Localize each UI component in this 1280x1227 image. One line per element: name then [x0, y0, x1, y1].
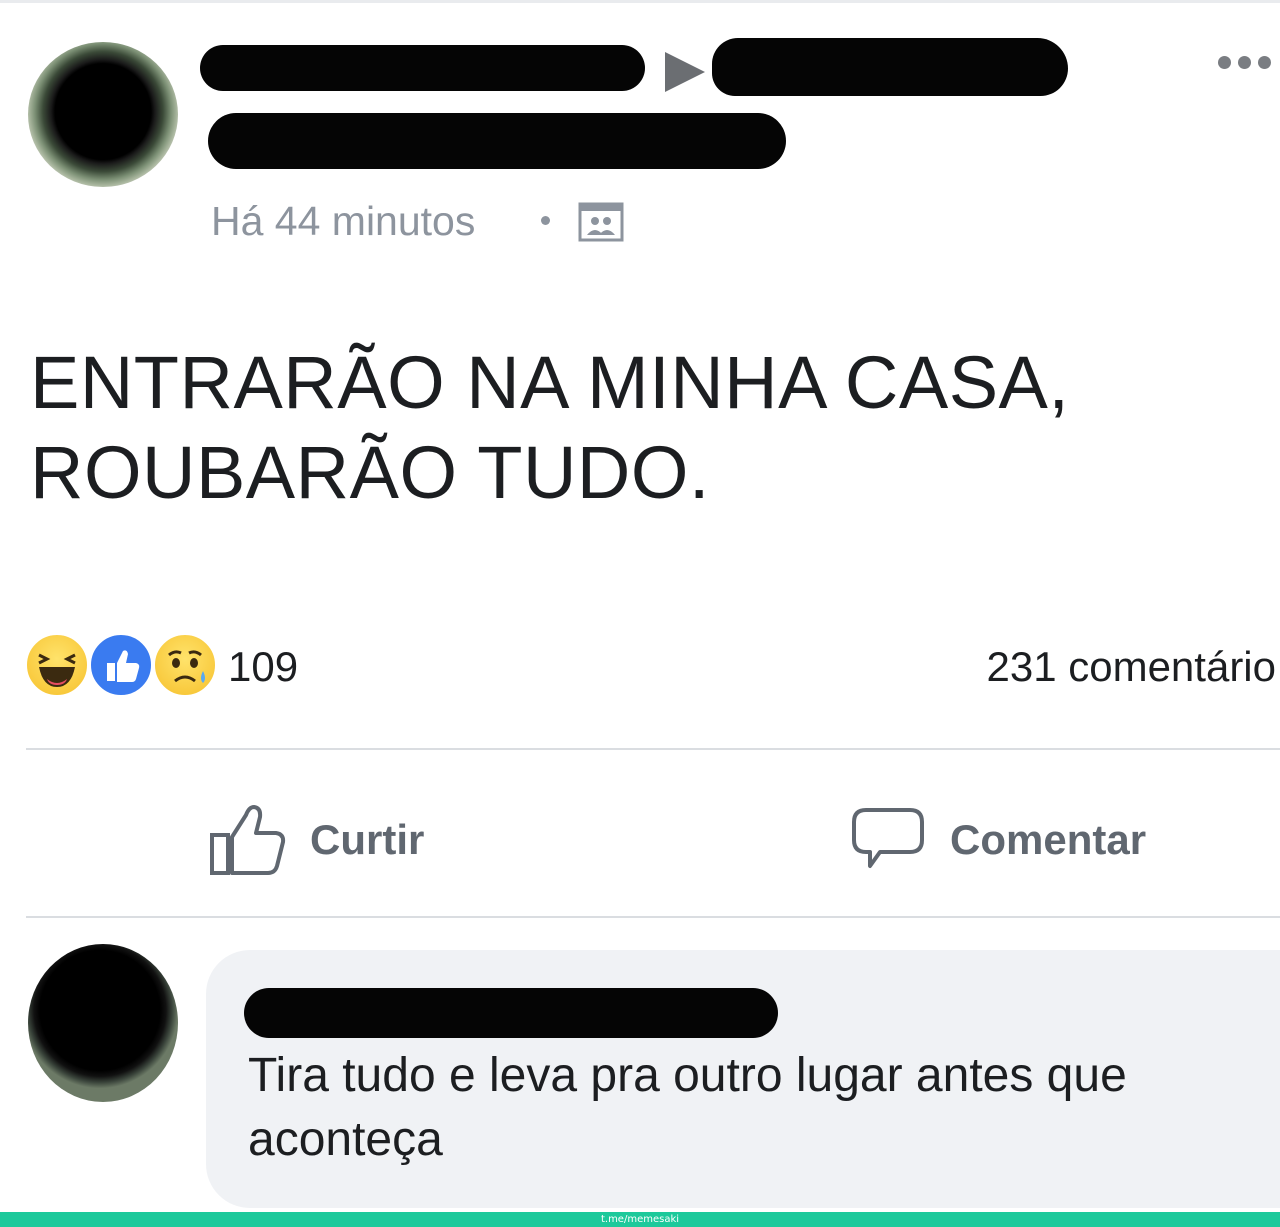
speech-bubble-icon — [852, 808, 924, 868]
commenter-avatar[interactable] — [28, 944, 178, 1102]
divider — [26, 748, 1280, 750]
redacted-commenter-name — [244, 988, 778, 1038]
post-text-line: ROUBARÃO TUDO. — [30, 431, 710, 514]
comment-button-label: Comentar — [950, 816, 1147, 863]
redacted-author-name-line2 — [208, 113, 786, 169]
post-text: ENTRARÃO NA MINHA CASA, ROUBARÃO TUDO. — [30, 338, 1250, 518]
like-button-label: Curtir — [310, 816, 425, 863]
like-button[interactable]: Curtir — [208, 800, 424, 880]
divider — [26, 916, 1280, 918]
sad-reaction-icon — [152, 632, 218, 698]
comment-button[interactable]: Comentar — [850, 800, 1146, 880]
redacted-target-name — [712, 38, 1068, 96]
top-border — [0, 0, 1280, 3]
privacy-group-icon[interactable] — [577, 201, 625, 243]
redacted-author-name — [200, 45, 645, 91]
author-avatar[interactable] — [28, 42, 178, 187]
post-text-line: ENTRARÃO NA MINHA CASA, — [30, 341, 1070, 424]
comment-count[interactable]: 231 comentário — [986, 642, 1276, 692]
haha-reaction-icon — [24, 632, 90, 698]
watermark-text: t.me/memesaki — [600, 1214, 680, 1225]
comment-text: Tira tudo e leva pra outro lugar antes q… — [248, 1049, 1127, 1166]
more-options-icon[interactable] — [1218, 52, 1280, 72]
like-reaction-icon — [88, 632, 154, 698]
post-timestamp[interactable]: Há 44 minutos — [211, 196, 475, 246]
thumbs-up-icon — [210, 805, 286, 875]
separator-dot — [541, 216, 550, 225]
shared-to-arrow-icon — [665, 52, 705, 92]
watermark-bar: t.me/memesaki — [0, 1212, 1280, 1227]
reaction-count[interactable]: 109 — [228, 642, 298, 692]
facebook-post-screenshot: Há 44 minutos ENTRARÃO NA MINHA CASA, RO… — [0, 0, 1280, 1227]
